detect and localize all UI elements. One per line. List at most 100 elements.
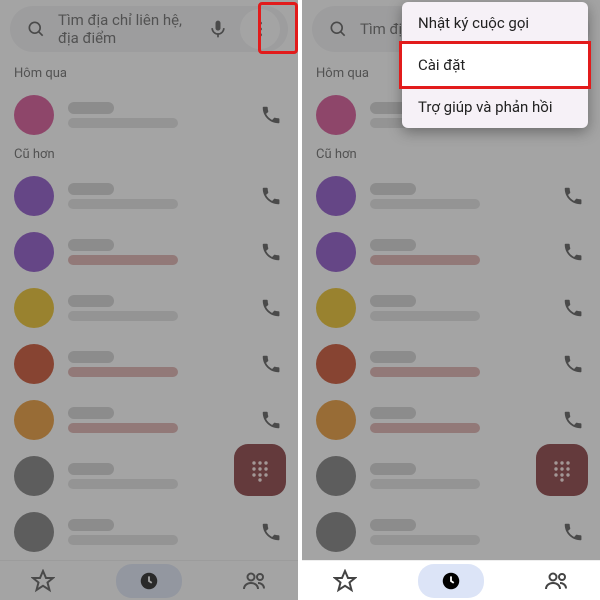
search-bar[interactable]: Tìm địa chỉ liên hệ, địa điểm: [10, 6, 288, 52]
call-text: [68, 102, 246, 128]
call-row[interactable]: [302, 392, 600, 448]
call-detail: [68, 311, 178, 321]
call-detail: [68, 535, 178, 545]
call-detail: [370, 255, 480, 265]
phone-icon[interactable]: [260, 241, 284, 263]
search-icon: [24, 17, 48, 41]
phone-icon[interactable]: [562, 297, 586, 319]
nav-contacts[interactable]: [545, 569, 569, 593]
call-detail: [370, 311, 480, 321]
avatar: [14, 344, 54, 384]
nav-recents[interactable]: [116, 564, 182, 598]
call-detail: [370, 535, 480, 545]
call-text: [370, 295, 548, 321]
call-name: [370, 351, 416, 363]
call-row[interactable]: [302, 336, 600, 392]
call-row[interactable]: [302, 224, 600, 280]
avatar: [316, 512, 356, 552]
nav-recents[interactable]: [418, 564, 484, 598]
call-row[interactable]: [0, 87, 298, 143]
avatar: [14, 512, 54, 552]
menu-call-history[interactable]: Nhật ký cuộc gọi: [402, 2, 588, 44]
avatar: [14, 95, 54, 135]
phone-icon[interactable]: [260, 521, 284, 543]
call-text: [370, 463, 548, 489]
avatar: [316, 400, 356, 440]
call-text: [370, 239, 548, 265]
call-text: [370, 183, 548, 209]
call-row[interactable]: [302, 280, 600, 336]
phone-icon[interactable]: [260, 353, 284, 375]
search-icon: [326, 17, 350, 41]
call-detail: [68, 479, 178, 489]
mic-icon[interactable]: [206, 17, 230, 41]
nav-contacts[interactable]: [243, 569, 267, 593]
call-name: [370, 519, 416, 531]
call-detail: [68, 423, 178, 433]
call-detail: [68, 367, 178, 377]
call-text: [68, 519, 246, 545]
avatar: [316, 288, 356, 328]
call-name: [68, 351, 114, 363]
section-yesterday: Hôm qua: [0, 62, 298, 87]
call-name: [68, 183, 114, 195]
phone-icon[interactable]: [562, 185, 586, 207]
phone-icon[interactable]: [260, 185, 284, 207]
call-name: [68, 407, 114, 419]
call-name: [68, 463, 114, 475]
pane-left: Tìm địa chỉ liên hệ, địa điểm Hôm qua Cũ …: [0, 0, 298, 600]
call-text: [68, 351, 246, 377]
pane-right: Tìm địa chỉ liên hệ, địa điểm Hôm quaCũ …: [302, 0, 600, 600]
avatar: [316, 344, 356, 384]
more-button[interactable]: [240, 9, 280, 49]
avatar: [14, 456, 54, 496]
call-name: [68, 519, 114, 531]
call-text: [68, 295, 246, 321]
dialpad-fab[interactable]: [234, 444, 286, 496]
call-row[interactable]: [0, 392, 298, 448]
avatar: [316, 456, 356, 496]
call-row[interactable]: [0, 280, 298, 336]
avatar: [14, 232, 54, 272]
avatar: [316, 95, 356, 135]
call-row[interactable]: [0, 336, 298, 392]
phone-icon[interactable]: [562, 241, 586, 263]
nav-favorites[interactable]: [31, 569, 55, 593]
call-detail: [370, 423, 480, 433]
section-older: Cũ hơn: [0, 143, 298, 168]
phone-icon[interactable]: [260, 104, 284, 126]
call-detail: [68, 199, 178, 209]
nav-favorites[interactable]: [333, 569, 357, 593]
call-text: [370, 351, 548, 377]
call-row[interactable]: [302, 168, 600, 224]
call-text: [68, 407, 246, 433]
avatar: [14, 288, 54, 328]
call-name: [68, 239, 114, 251]
call-row[interactable]: [302, 504, 600, 560]
call-row[interactable]: [0, 224, 298, 280]
call-detail: [370, 367, 480, 377]
overflow-menu: Nhật ký cuộc gọi Cài đặt Trợ giúp và phả…: [402, 2, 588, 128]
call-name: [68, 102, 114, 114]
search-placeholder: Tìm địa chỉ liên hệ, địa điểm: [58, 11, 196, 47]
avatar: [14, 400, 54, 440]
phone-icon[interactable]: [562, 521, 586, 543]
menu-settings[interactable]: Cài đặt: [399, 41, 591, 89]
call-name: [370, 295, 416, 307]
menu-help-feedback[interactable]: Trợ giúp và phản hồi: [402, 86, 588, 128]
phone-icon[interactable]: [562, 353, 586, 375]
call-text: [370, 407, 548, 433]
call-text: [370, 519, 548, 545]
avatar: [316, 232, 356, 272]
phone-icon[interactable]: [260, 409, 284, 431]
bottom-nav: [302, 560, 600, 600]
call-detail: [370, 199, 480, 209]
call-name: [370, 407, 416, 419]
call-name: [370, 239, 416, 251]
call-row[interactable]: [0, 504, 298, 560]
phone-icon[interactable]: [260, 297, 284, 319]
dialpad-fab[interactable]: [536, 444, 588, 496]
call-text: [68, 463, 246, 489]
phone-icon[interactable]: [562, 409, 586, 431]
call-row[interactable]: [0, 168, 298, 224]
